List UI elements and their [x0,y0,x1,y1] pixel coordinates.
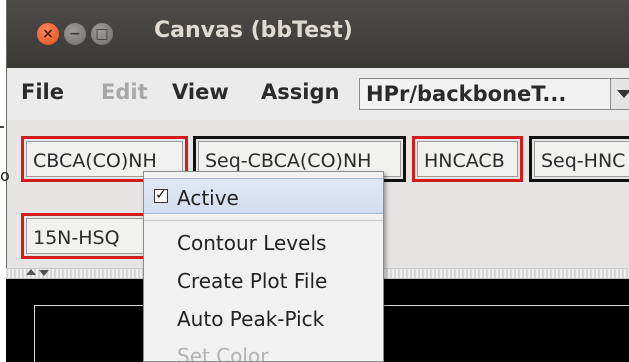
menu-view[interactable]: View [172,80,229,104]
menu-item-active[interactable]: ✓ Active [144,178,383,214]
spectrum-tab-label: HNCACB [424,150,505,172]
window-title: Canvas (bbTest) [154,18,353,43]
menu-file[interactable]: File [21,80,64,104]
edge-mark [0,126,4,128]
collapse-up-icon[interactable] [26,269,36,275]
title-bar[interactable]: × − □ Canvas (bbTest) [7,0,629,68]
menu-item-label: Active [177,186,239,210]
menu-item-label: Auto Peak-Pick [177,307,325,331]
chevron-down-icon [617,90,629,98]
menu-edit[interactable]: Edit [101,80,148,104]
collapse-down-icon[interactable] [39,270,49,276]
spectrum-tab-label: Seq-HNC [541,150,626,172]
spectrum-tab-label: 15N-HSQ [33,227,120,249]
dataset-combo-dropdown[interactable] [610,79,629,109]
edge-text-fragment: o [0,166,10,185]
checkbox-checked-icon[interactable]: ✓ [154,188,168,203]
spectrum-tab-15n-hsqc[interactable]: 15N-HSQ [21,213,161,259]
menu-item-label: Set Color [177,344,269,362]
menu-item-contour-levels[interactable]: Contour Levels [144,224,383,260]
maximize-icon[interactable]: □ [91,23,113,45]
close-icon[interactable]: × [37,23,59,45]
menu-item-label: Contour Levels [177,231,327,255]
menu-item-label: Create Plot File [177,269,328,293]
dataset-combo-value: HPr/backboneT... [366,82,567,106]
minimize-icon[interactable]: − [64,23,86,45]
menu-item-set-color[interactable]: Set Color [144,337,383,362]
menu-assign[interactable]: Assign [261,80,339,104]
spectrum-tab-hncacb[interactable]: HNCACB [412,136,523,182]
dataset-combo[interactable]: HPr/backboneT... [359,78,629,110]
menu-separator [144,220,383,221]
spectrum-tab-seq-hnc[interactable]: Seq-HNC [529,136,629,182]
spectrum-tab-label: CBCA(CO)NH [33,150,157,172]
menu-item-create-plot-file[interactable]: Create Plot File [144,262,383,298]
spectrum-tab-label: Seq-CBCA(CO)NH [205,150,372,172]
spectrum-context-menu: ✓ Active Contour Levels Create Plot File… [143,171,384,362]
menu-item-auto-peak-pick[interactable]: Auto Peak-Pick [144,300,383,336]
